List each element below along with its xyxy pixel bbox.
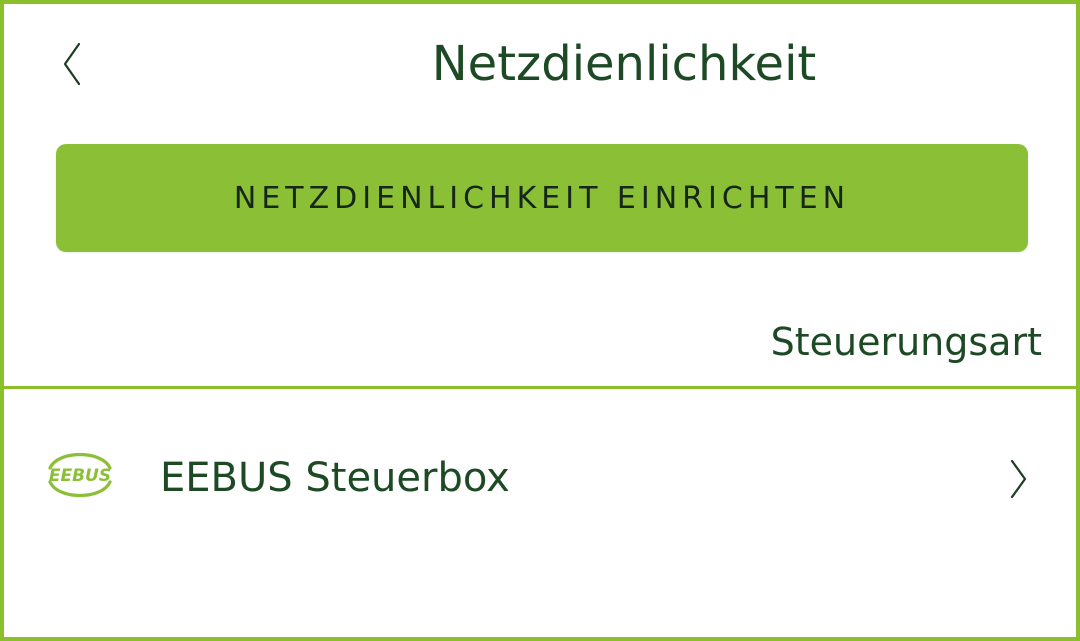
setup-button-label: NETZDIENLICHKEIT EINRICHTEN xyxy=(233,180,851,216)
list-item-label: EEBUS Steuerbox xyxy=(160,455,510,501)
chevron-left-icon xyxy=(63,42,81,86)
app-screen: Netzdienlichkeit NETZDIENLICHKEIT EINRIC… xyxy=(0,0,1080,641)
back-button[interactable] xyxy=(52,38,92,90)
section-label-control-type: Steuerungsart xyxy=(770,320,1042,364)
eebus-logo-icon: EEBUS xyxy=(48,452,112,498)
divider xyxy=(4,386,1076,389)
setup-grid-service-button[interactable]: NETZDIENLICHKEIT EINRICHTEN xyxy=(56,144,1028,252)
header: Netzdienlichkeit xyxy=(4,4,1076,124)
page-title: Netzdienlichkeit xyxy=(431,36,817,92)
list-item-eebus-control-box[interactable]: EEBUS EEBUS Steuerbox xyxy=(4,424,1076,534)
chevron-right-icon xyxy=(1010,459,1027,499)
eebus-logo-text: EEBUS xyxy=(49,466,111,486)
